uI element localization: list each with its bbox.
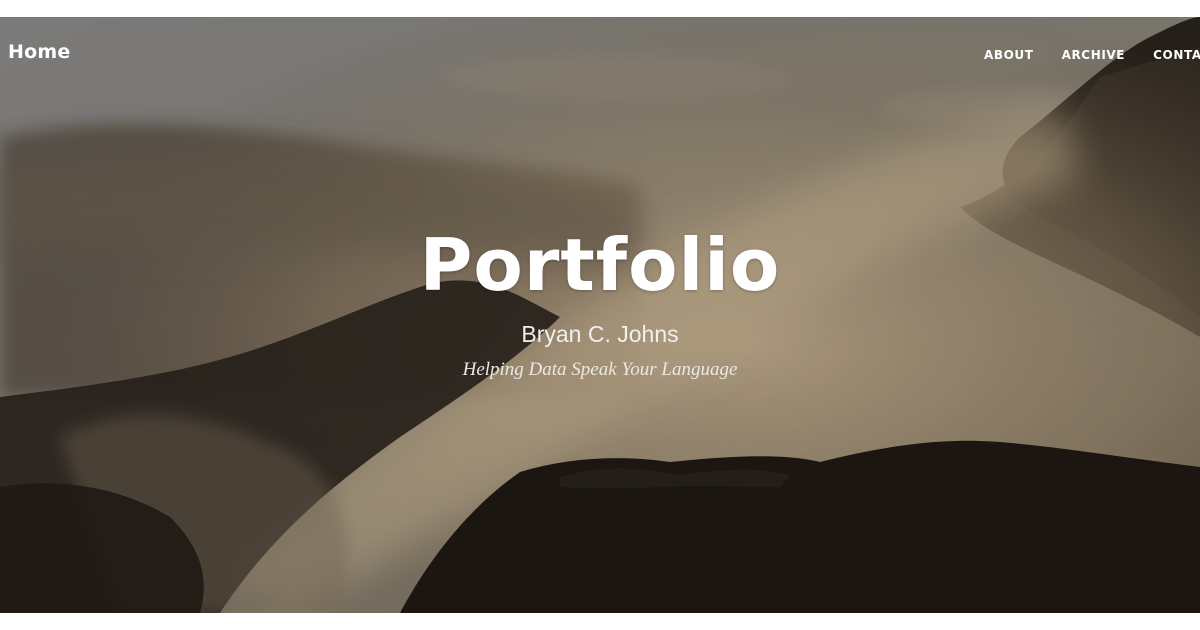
nav-home-link[interactable]: Home bbox=[8, 41, 70, 63]
hero-header: Home ABOUT ARCHIVE CONTACT Portfolio Bryan… bbox=[0, 17, 1200, 613]
nav-link-contact[interactable]: CONTACT bbox=[1153, 48, 1200, 62]
nav-link-about[interactable]: ABOUT bbox=[984, 48, 1034, 62]
hero-heading-block: Portfolio Bryan C. Johns Helping Data Sp… bbox=[0, 215, 1200, 383]
top-navigation: Home ABOUT ARCHIVE CONTACT bbox=[0, 17, 1200, 91]
author-name: Bryan C. Johns bbox=[521, 321, 679, 347]
page: Home ABOUT ARCHIVE CONTACT Portfolio Bryan… bbox=[0, 0, 1200, 630]
nav-links: ABOUT ARCHIVE CONTACT bbox=[984, 46, 1200, 64]
nav-link-archive[interactable]: ARCHIVE bbox=[1062, 48, 1126, 62]
tagline: Helping Data Speak Your Language bbox=[462, 359, 738, 380]
page-title: Portfolio bbox=[419, 223, 781, 307]
